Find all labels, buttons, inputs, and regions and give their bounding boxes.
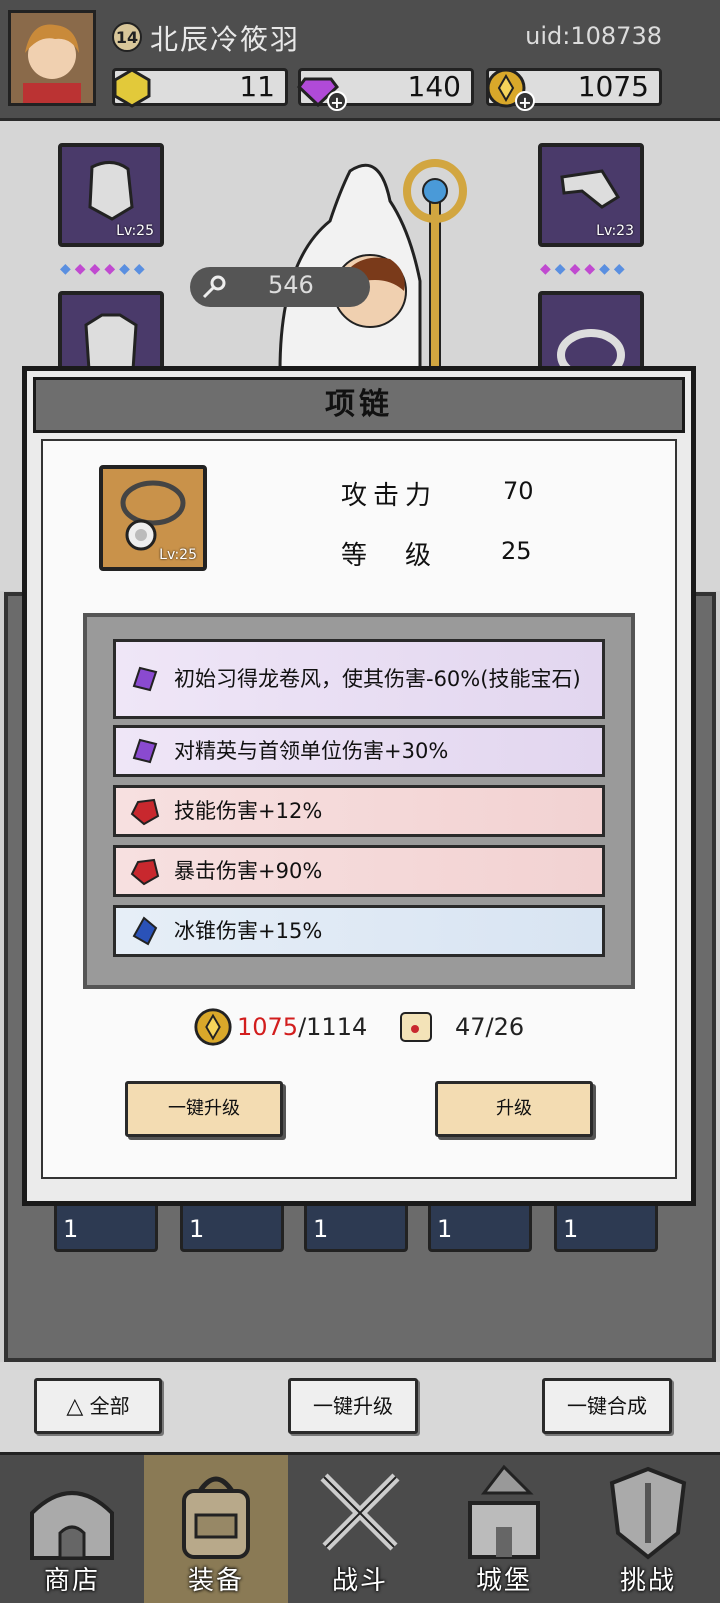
shield-crest-icon xyxy=(609,1466,687,1560)
crossed-swords-icon xyxy=(320,1473,400,1551)
one-click-upgrade-button[interactable]: 一键升级 xyxy=(125,1081,283,1137)
gold-owned: 1075 xyxy=(237,1013,299,1041)
yellow-gem-icon xyxy=(113,68,151,108)
modal-title: 项链 xyxy=(325,387,393,422)
filter-all-label: 全部 xyxy=(89,1394,130,1418)
gold-counter[interactable]: + 1075 xyxy=(486,68,662,112)
one-click-upgrade-all-button[interactable]: 一键升级 xyxy=(288,1378,418,1434)
nav-challenge[interactable]: 挑战 xyxy=(576,1455,720,1603)
upgrade-button[interactable]: 升级 xyxy=(435,1081,593,1137)
gloves-gem-sockets: ◆◆◆◆◆◆ xyxy=(540,261,629,277)
blue-gem-icon xyxy=(132,916,158,946)
gold-coin-icon xyxy=(194,1008,232,1046)
modal-body: Lv:25 攻击力 70 等 级 25 初始习得龙卷风，使其伤害-60%(技能宝… xyxy=(41,439,677,1179)
stat-level-value: 25 xyxy=(501,537,532,565)
stat-level-label: 等 级 xyxy=(341,541,438,571)
shop-icon xyxy=(30,1491,114,1560)
affix-row: 初始习得龙卷风，使其伤害-60%(技能宝石) xyxy=(113,639,605,719)
castle-icon xyxy=(468,1464,540,1559)
nav-shop[interactable]: 商店 xyxy=(0,1455,144,1603)
player-uid: uid:108738 xyxy=(525,22,662,50)
nav-battle[interactable]: 战斗 xyxy=(288,1455,432,1603)
add-diamond-button[interactable]: + xyxy=(327,91,347,112)
helmet-level: Lv:25 xyxy=(116,223,154,239)
affix-row: 对精英与首领单位伤害+30% xyxy=(113,725,605,777)
inventory-action-bar: △ 全部 一键升级 一键合成 xyxy=(0,1362,720,1452)
red-gem-icon xyxy=(130,798,160,826)
nav-castle[interactable]: 城堡 xyxy=(432,1455,576,1603)
hero-illustration xyxy=(278,159,467,371)
item-level: Lv:25 xyxy=(159,547,197,563)
filter-all-button[interactable]: △ 全部 xyxy=(34,1378,162,1434)
bottom-navigation: 商店 装备 战斗 城堡 挑战 xyxy=(0,1452,720,1603)
nav-equipment[interactable]: 装备 xyxy=(144,1455,288,1603)
player-level-badge: 14 xyxy=(112,22,142,52)
stat-attack-value: 70 xyxy=(503,477,534,505)
red-gem-icon xyxy=(130,858,160,886)
player-name: 北辰冷筱羽 xyxy=(150,23,301,56)
equip-slot-helmet[interactable]: Lv:25 xyxy=(58,143,164,247)
diamond-counter[interactable]: + 140 xyxy=(297,68,474,112)
helmet-gem-sockets: ◆◆◆◆◆◆ xyxy=(60,261,149,277)
equip-slot-gloves[interactable]: Lv:23 xyxy=(538,143,644,247)
diamond-count: 140 xyxy=(407,70,461,103)
key-count: 546 xyxy=(268,271,314,299)
gold-count: 1075 xyxy=(577,70,649,103)
backpack-icon xyxy=(182,1476,250,1559)
stat-attack-label: 攻击力 xyxy=(341,481,438,511)
yellow-gem-count: 11 xyxy=(239,70,275,103)
gold-required: /1114 xyxy=(298,1013,368,1041)
player-avatar[interactable] xyxy=(8,10,96,106)
affix-row: 技能伤害+12% xyxy=(113,785,605,837)
top-header: 14 北辰冷筱羽 uid:108738 11 + 140 + 1075 xyxy=(0,0,720,121)
triangle-up-icon: △ xyxy=(66,1394,84,1419)
one-click-merge-button[interactable]: 一键合成 xyxy=(542,1378,672,1434)
key-counter: 546 xyxy=(190,267,370,307)
key-icon xyxy=(202,275,226,299)
add-gold-button[interactable]: + xyxy=(515,91,535,112)
affix-panel: 初始习得龙卷风，使其伤害-60%(技能宝石) 对精英与首领单位伤害+30% 技能… xyxy=(83,613,635,989)
gloves-level: Lv:23 xyxy=(596,223,634,239)
purple-gem-icon xyxy=(132,666,158,692)
modal-title-bar: 项链 xyxy=(33,377,685,433)
scroll-icon xyxy=(400,1012,432,1042)
item-icon-frame: Lv:25 xyxy=(99,465,207,571)
purple-gem-icon xyxy=(132,738,158,764)
affix-row: 冰锥伤害+15% xyxy=(113,905,605,957)
scroll-count: 47/26 xyxy=(455,1013,525,1041)
yellow-gem-counter[interactable]: 11 xyxy=(112,68,288,108)
item-detail-modal: 项链 Lv:25 攻击力 70 等 级 25 初始习得龙卷风，使其伤害-60%(… xyxy=(22,366,696,1206)
affix-row: 暴击伤害+90% xyxy=(113,845,605,897)
